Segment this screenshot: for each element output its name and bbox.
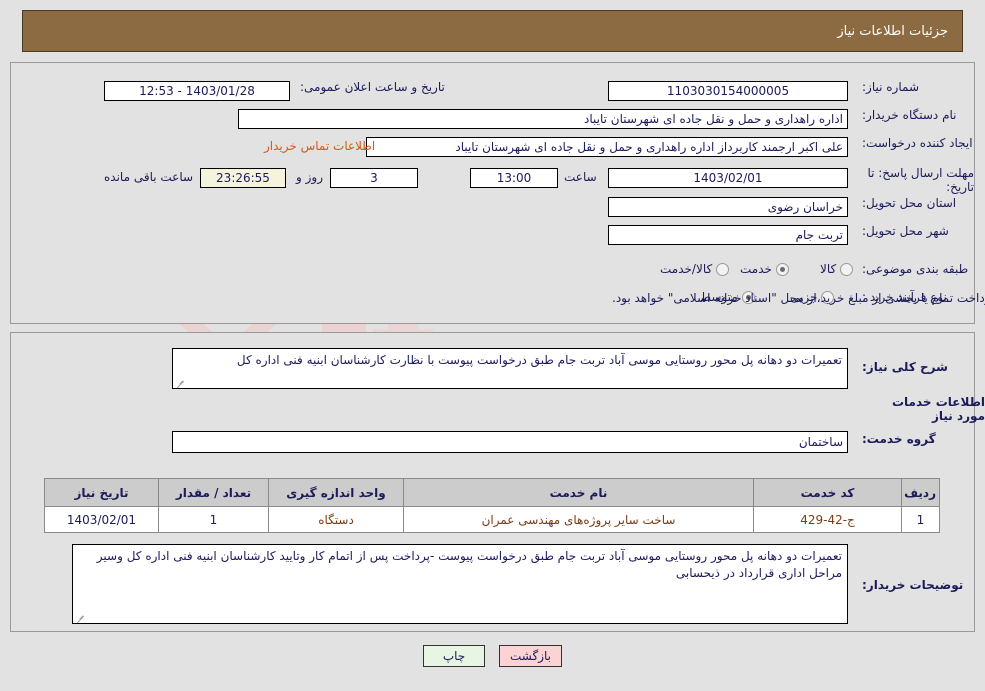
cell-row-no: 1 bbox=[901, 506, 940, 533]
category-option-kala-khedmat[interactable]: کالا/خدمت bbox=[660, 262, 730, 276]
buyer-contact-link[interactable]: اطلاعات تماس خریدار bbox=[264, 139, 375, 153]
city-label-row: شهر محل تحویل: bbox=[862, 224, 949, 238]
need-info-panel bbox=[10, 62, 975, 324]
deadline-label-row: مهلت ارسال پاسخ: تا تاریخ: bbox=[862, 166, 974, 194]
service-group-label: گروه خدمت: bbox=[862, 432, 936, 446]
print-button[interactable]: چاپ bbox=[423, 645, 485, 667]
need-summary-label: شرح کلی نیاز: bbox=[862, 360, 948, 374]
buyer-org-label: نام دستگاه خریدار: bbox=[862, 108, 957, 122]
deadline-hour-field: 13:00 bbox=[470, 168, 558, 188]
need-summary-textbox[interactable]: تعمیرات دو دهانه پل محور روستایی موسی آب… bbox=[172, 348, 848, 389]
radio-kala-khedmat-icon[interactable] bbox=[716, 262, 730, 276]
treasury-note-label: پرداخت تمام یا بخشی از مبلغ خرید،از محل … bbox=[612, 291, 985, 305]
resize-grip-icon[interactable] bbox=[175, 377, 185, 387]
footer-button-bar: بازگشت چاپ bbox=[0, 645, 985, 667]
radio-khedmat-icon[interactable] bbox=[775, 262, 789, 276]
col-service-name: نام خدمت bbox=[403, 478, 754, 507]
table-header-row: ردیف کد خدمت نام خدمت واحد اندازه گیری ت… bbox=[44, 478, 940, 507]
cell-quantity: 1 bbox=[158, 506, 269, 533]
col-service-code: کد خدمت bbox=[753, 478, 902, 507]
province-field: خراسان رضوی bbox=[608, 197, 848, 217]
public-announce-field: 1403/01/28 - 12:53 bbox=[104, 81, 290, 101]
request-creator-label-row: ایجاد کننده درخواست: bbox=[862, 136, 973, 150]
col-row-no: ردیف bbox=[901, 478, 940, 507]
deadline-countdown-suffix-label: ساعت باقی مانده bbox=[104, 170, 194, 184]
buyer-notes-textbox[interactable]: تعمیرات دو دهانه پل محور روستایی موسی آب… bbox=[72, 544, 848, 624]
cell-need-date: 1403/02/01 bbox=[44, 506, 159, 533]
deadline-days-field: 3 bbox=[330, 168, 418, 188]
buyer-org-label-row: نام دستگاه خریدار: bbox=[862, 108, 957, 122]
page-header: جزئیات اطلاعات نیاز bbox=[22, 10, 963, 52]
category-option-kala-label: کالا bbox=[820, 262, 837, 276]
province-label-row: استان محل تحویل: bbox=[862, 196, 956, 210]
cell-unit: دستگاه bbox=[268, 506, 404, 533]
need-number-field: 1103030154000005 bbox=[608, 81, 848, 101]
services-table: ردیف کد خدمت نام خدمت واحد اندازه گیری ت… bbox=[44, 478, 940, 533]
cell-service-name: ساخت سایر پروژه‌های مهندسی عمران bbox=[403, 506, 754, 533]
treasury-note-row[interactable]: پرداخت تمام یا بخشی از مبلغ خرید،از محل … bbox=[612, 291, 985, 305]
city-label: شهر محل تحویل: bbox=[862, 224, 949, 238]
buyer-notes-resize-grip-icon[interactable] bbox=[75, 612, 85, 622]
col-quantity: تعداد / مقدار bbox=[158, 478, 269, 507]
need-number-label-row: شماره نیاز: bbox=[862, 80, 919, 94]
category-option-kala[interactable]: کالا bbox=[820, 262, 854, 276]
service-group-field: ساختمان bbox=[172, 431, 848, 453]
category-label: طبقه بندی موضوعی: bbox=[862, 262, 969, 276]
table-row: 1 ج-42-429 ساخت سایر پروژه‌های مهندسی عم… bbox=[44, 506, 940, 533]
services-table-wrap: ردیف کد خدمت نام خدمت واحد اندازه گیری ت… bbox=[44, 478, 940, 533]
buyer-notes-label: توضیحات خریدار: bbox=[862, 578, 964, 592]
deadline-days-suffix-label: روز و bbox=[296, 170, 323, 184]
category-option-khedmat-label: خدمت bbox=[740, 262, 772, 276]
need-number-label: شماره نیاز: bbox=[862, 80, 919, 94]
need-summary-text: تعمیرات دو دهانه پل محور روستایی موسی آب… bbox=[236, 353, 842, 367]
col-unit: واحد اندازه گیری bbox=[268, 478, 404, 507]
deadline-label: مهلت ارسال پاسخ: تا تاریخ: bbox=[867, 166, 974, 194]
cell-service-code: ج-42-429 bbox=[753, 506, 902, 533]
back-button[interactable]: بازگشت bbox=[499, 645, 562, 667]
category-option-kala-khedmat-label: کالا/خدمت bbox=[660, 262, 713, 276]
radio-kala-icon[interactable] bbox=[840, 262, 854, 276]
deadline-hour-label: ساعت bbox=[564, 170, 597, 184]
services-section-title: اطلاعات خدمات مورد نیاز bbox=[891, 395, 985, 423]
public-announce-label: تاریخ و ساعت اعلان عمومی: bbox=[300, 80, 445, 94]
category-label-row: طبقه بندی موضوعی: bbox=[862, 262, 968, 276]
city-field: تربت جام bbox=[608, 225, 848, 245]
col-need-date: تاریخ نیاز bbox=[44, 478, 159, 507]
deadline-date-field: 1403/02/01 bbox=[608, 168, 848, 188]
deadline-countdown-field: 23:26:55 bbox=[200, 168, 286, 188]
page-title: جزئیات اطلاعات نیاز bbox=[837, 23, 948, 39]
request-creator-field: علی اکبر ارجمند کاربرداز اداره راهداری و… bbox=[366, 137, 848, 157]
request-creator-label: ایجاد کننده درخواست: bbox=[862, 136, 973, 150]
province-label: استان محل تحویل: bbox=[862, 196, 957, 210]
buyer-notes-text: تعمیرات دو دهانه پل محور روستایی موسی آب… bbox=[96, 549, 842, 580]
buyer-org-field: اداره راهداری و حمل و نقل جاده ای شهرستا… bbox=[238, 109, 848, 129]
category-option-khedmat[interactable]: خدمت bbox=[740, 262, 789, 276]
public-announce-label-row: تاریخ و ساعت اعلان عمومی: bbox=[300, 80, 445, 94]
